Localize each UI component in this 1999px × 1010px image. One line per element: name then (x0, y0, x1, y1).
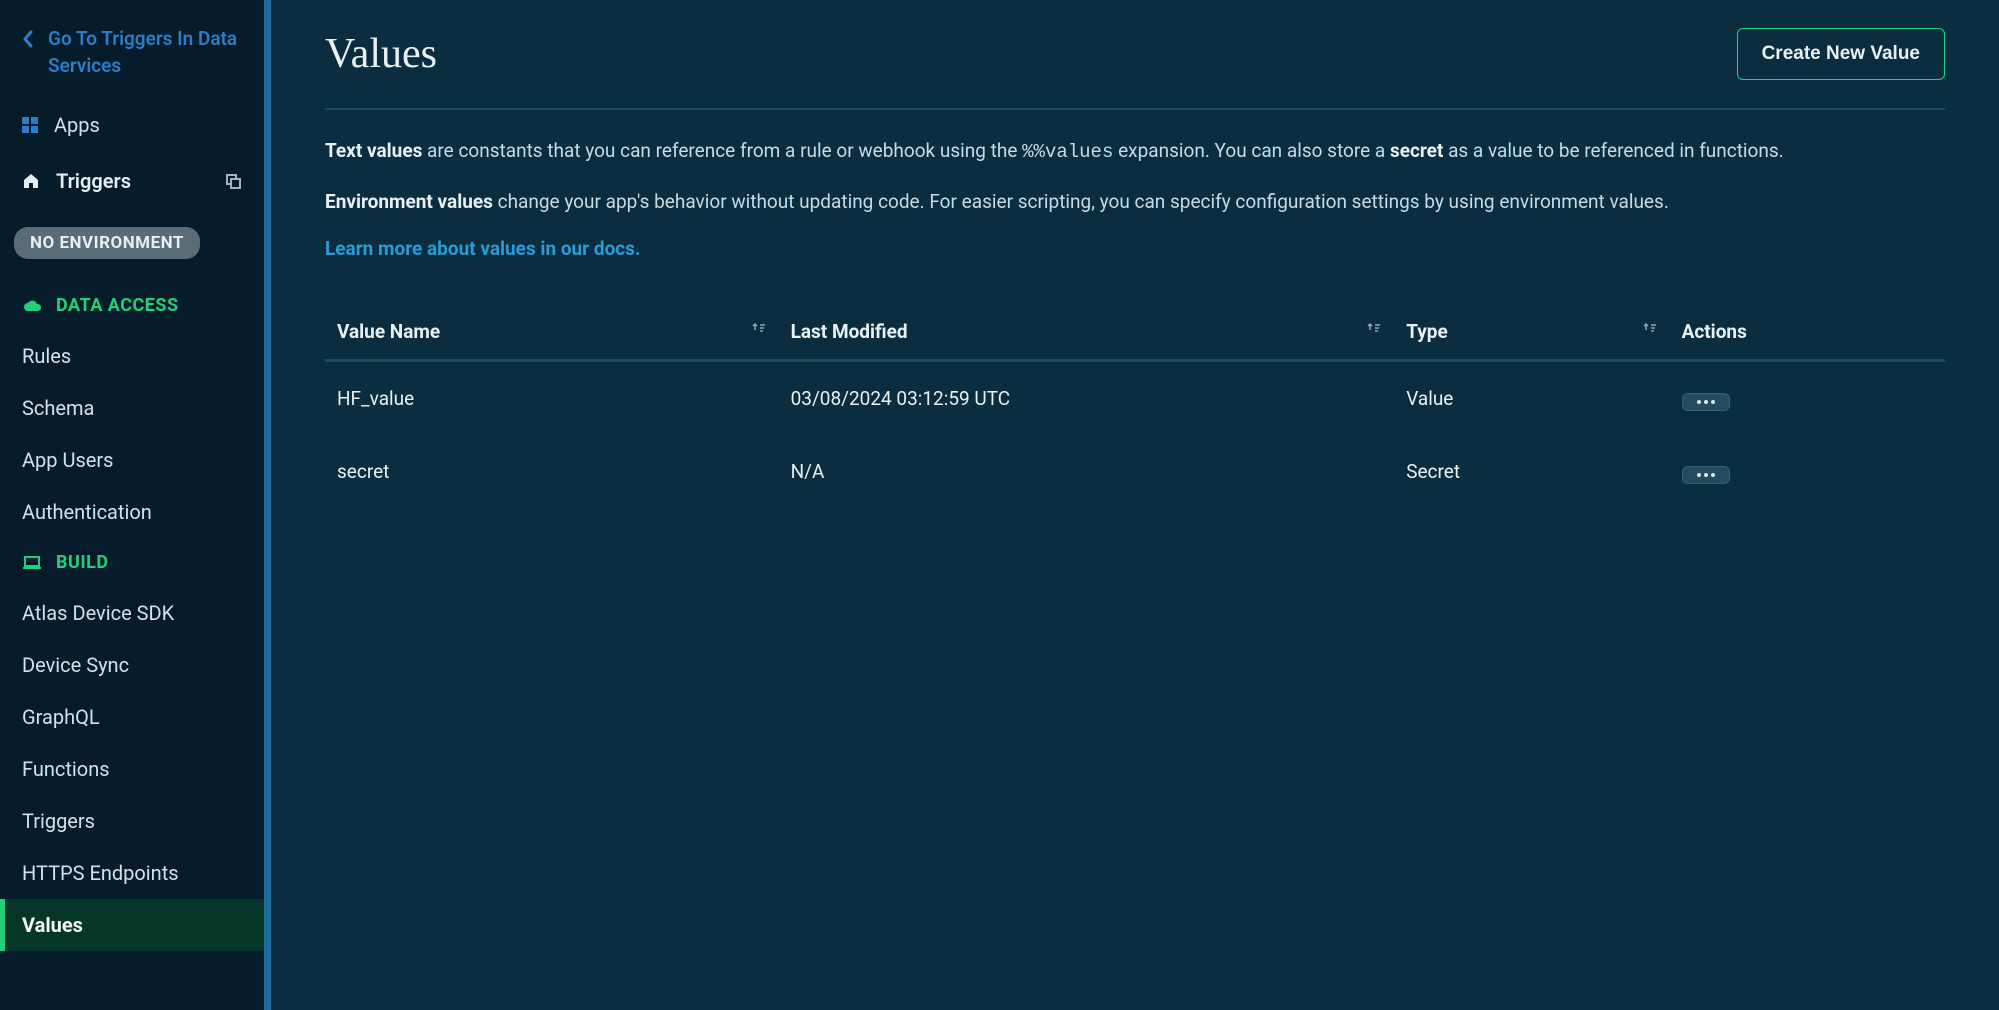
copy-icon[interactable] (224, 172, 242, 190)
triggers-label: Triggers (56, 169, 131, 193)
apps-label: Apps (54, 113, 100, 137)
sidebar-item-atlas-device-sdk[interactable]: Atlas Device SDK (0, 587, 264, 639)
table-header-row: Value Name Last Modified Type (325, 304, 1945, 361)
ellipsis-icon (1697, 473, 1715, 477)
back-to-triggers-link[interactable]: Go To Triggers In Data Services (0, 18, 264, 97)
learn-more-link[interactable]: Learn more about values in our docs. (325, 237, 640, 260)
section-header-build: BUILD (0, 538, 264, 587)
back-link-label: Go To Triggers In Data Services (48, 26, 242, 79)
cell-type: Secret (1394, 435, 1669, 508)
sort-icon (1366, 320, 1382, 336)
sidebar-item-authentication[interactable]: Authentication (0, 486, 264, 538)
cell-last-modified: N/A (779, 435, 1395, 508)
ellipsis-icon (1697, 400, 1715, 404)
table-row: secret N/A Secret (325, 435, 1945, 508)
environment-badge: NO ENVIRONMENT (14, 227, 200, 259)
text-values-label: Text values (325, 139, 422, 162)
sidebar-item-rules[interactable]: Rules (0, 330, 264, 382)
sort-icon (751, 320, 767, 336)
chevron-left-icon (22, 30, 34, 48)
col-last-modified[interactable]: Last Modified (779, 304, 1395, 361)
apps-grid-icon (22, 117, 38, 133)
cloud-icon (22, 299, 42, 313)
page-title: Values (325, 30, 437, 78)
cell-actions (1670, 360, 1945, 435)
sidebar-item-https-endpoints[interactable]: HTTPS Endpoints (0, 847, 264, 899)
description-text-values: Text values are constants that you can r… (325, 136, 1945, 167)
sidebar-item-schema[interactable]: Schema (0, 382, 264, 434)
sidebar-item-values[interactable]: Values (0, 899, 264, 951)
env-values-label: Environment values (325, 190, 493, 213)
main-content: Values Create New Value Text values are … (271, 0, 1999, 1010)
cell-value-name: secret (325, 435, 779, 508)
sidebar-item-functions[interactable]: Functions (0, 743, 264, 795)
col-value-name[interactable]: Value Name (325, 304, 779, 361)
col-actions: Actions (1670, 304, 1945, 361)
sidebar-item-device-sync[interactable]: Device Sync (0, 639, 264, 691)
table-row: HF_value 03/08/2024 03:12:59 UTC Value (325, 360, 1945, 435)
secret-label: secret (1390, 139, 1443, 162)
cell-actions (1670, 435, 1945, 508)
sort-icon (1642, 320, 1658, 336)
col-type[interactable]: Type (1394, 304, 1669, 361)
create-new-value-button[interactable]: Create New Value (1737, 28, 1945, 80)
values-table: Value Name Last Modified Type (325, 304, 1945, 508)
sidebar-item-app-users[interactable]: App Users (0, 434, 264, 486)
header-divider (325, 108, 1945, 110)
row-actions-button[interactable] (1682, 466, 1730, 484)
section-header-data-access: DATA ACCESS (0, 281, 264, 330)
sidebar-item-apps[interactable]: Apps (0, 97, 264, 153)
sidebar: Go To Triggers In Data Services Apps Tri… (0, 0, 271, 1010)
cell-type: Value (1394, 360, 1669, 435)
section-title: BUILD (56, 552, 109, 573)
cell-value-name: HF_value (325, 360, 779, 435)
main-header: Values Create New Value (325, 28, 1945, 80)
cell-last-modified: 03/08/2024 03:12:59 UTC (779, 360, 1395, 435)
values-code: %%values (1022, 141, 1113, 163)
home-icon (22, 172, 40, 190)
sidebar-item-graphql[interactable]: GraphQL (0, 691, 264, 743)
sidebar-item-triggers[interactable]: Triggers (0, 795, 264, 847)
section-title: DATA ACCESS (56, 295, 179, 316)
laptop-icon (22, 555, 42, 571)
description-env-values: Environment values change your app's beh… (325, 187, 1945, 216)
row-actions-button[interactable] (1682, 393, 1730, 411)
triggers-header: Triggers (0, 153, 264, 209)
